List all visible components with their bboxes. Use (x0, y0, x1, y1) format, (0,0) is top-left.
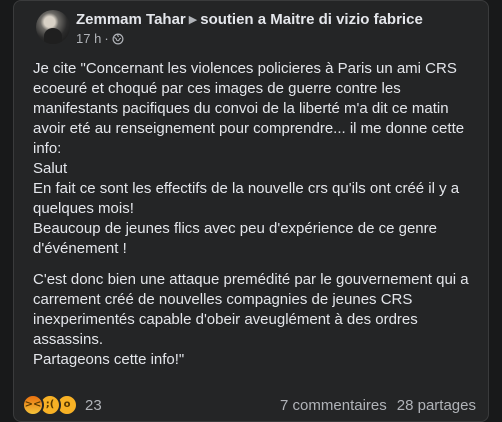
reaction-count: 23 (85, 396, 102, 414)
author-name[interactable]: Zemmam Tahar (76, 11, 186, 28)
angry-reaction-icon: >< (22, 394, 44, 416)
post-time[interactable]: 17 h (76, 30, 101, 48)
shares-count[interactable]: 28 partages (397, 397, 476, 414)
post-paragraph: C'est donc bien une attaque premédité pa… (33, 271, 469, 368)
post-card: Zemmam Tahar ▶ soutien a Maitre di vizio f… (13, 0, 489, 422)
group-name[interactable]: soutien a Maitre di vizio fabrice (200, 11, 423, 28)
post-sub-line: 17 h · (76, 30, 423, 48)
author-avatar[interactable] (36, 10, 70, 44)
post-meta: Zemmam Tahar ▶ soutien a Maitre di vizio f… (76, 10, 423, 48)
caret-right-icon: ▶ (188, 14, 198, 26)
globe-icon (112, 33, 124, 45)
comments-count[interactable]: 7 commentaires (280, 397, 387, 414)
meta-separator: · (104, 31, 109, 46)
post-header: Zemmam Tahar ▶ soutien a Maitre di vizio f… (36, 10, 423, 48)
post-body: Je cite "Concernant les violences polici… (33, 59, 483, 370)
reactions-summary[interactable]: >< ;( o 23 (22, 394, 102, 416)
post-stats: 7 commentaires 28 partages (280, 397, 476, 414)
author-line: Zemmam Tahar ▶ soutien a Maitre di vizio f… (76, 10, 423, 30)
post-paragraph: Je cite "Concernant les violences polici… (33, 60, 465, 257)
post-footer: >< ;( o 23 7 commentaires 28 partages (22, 394, 476, 416)
